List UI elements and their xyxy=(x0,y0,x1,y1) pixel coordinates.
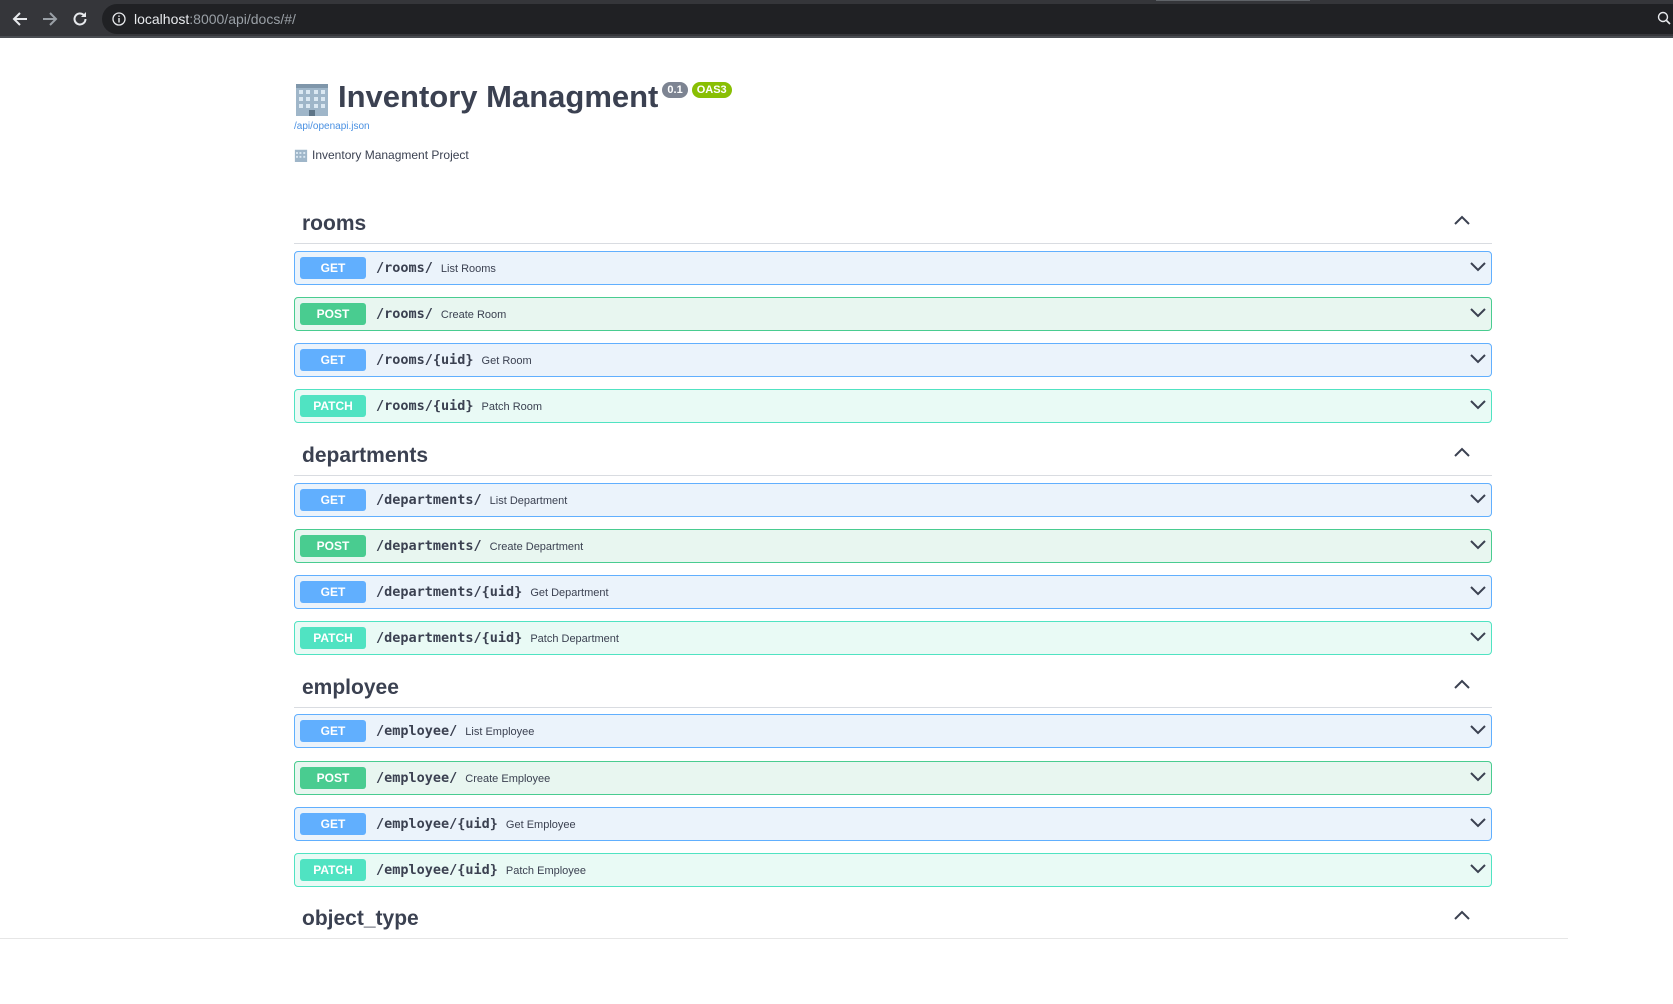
version-badge: 0.1 xyxy=(662,82,688,98)
method-badge: GET xyxy=(300,720,366,742)
api-info: Inventory Managment 0.1 OAS3 /api/openap… xyxy=(294,78,732,132)
operation-summary: List Rooms xyxy=(440,263,496,275)
operation-path: /departments/{uid} Get Department xyxy=(376,584,609,600)
tag-header-departments[interactable]: departments xyxy=(294,440,1492,476)
operation-get-department[interactable]: GET /departments/{uid} Get Department xyxy=(294,575,1492,609)
page-title: Inventory Managment xyxy=(338,79,659,114)
tag-name: departments xyxy=(302,444,429,467)
info-icon[interactable] xyxy=(112,12,126,26)
url-path: :8000/api/docs/#/ xyxy=(189,11,296,27)
openapi-spec-link[interactable]: /api/openapi.json xyxy=(294,121,732,132)
operation-path: /rooms/{uid} Patch Room xyxy=(376,398,543,414)
zoom-icon[interactable] xyxy=(1657,11,1671,25)
chevron-up-icon[interactable] xyxy=(1454,910,1470,920)
building-emoji-icon xyxy=(294,82,330,121)
chevron-down-icon[interactable] xyxy=(1470,399,1486,411)
operation-patch-employee[interactable]: PATCH /employee/{uid} Patch Employee xyxy=(294,853,1492,887)
operation-path: /departments/List Department xyxy=(376,492,568,508)
arrow-right-icon xyxy=(43,12,58,26)
operation-post-rooms[interactable]: POST /rooms/Create Room xyxy=(294,297,1492,331)
chevron-down-icon[interactable] xyxy=(1470,771,1486,783)
operation-post-employee[interactable]: POST /employee/Create Employee xyxy=(294,761,1492,795)
tab-indicator xyxy=(1156,0,1310,1)
title-row: Inventory Managment 0.1 OAS3 xyxy=(294,78,732,116)
method-badge: GET xyxy=(300,349,366,371)
method-badge: GET xyxy=(300,581,366,603)
operation-path: /rooms/List Rooms xyxy=(376,260,496,276)
method-badge: PATCH xyxy=(300,627,366,649)
tag-name: rooms xyxy=(302,212,367,235)
chevron-down-icon[interactable] xyxy=(1470,863,1486,875)
operation-path: /employee/{uid} Patch Employee xyxy=(376,862,587,878)
operation-summary: Get Room xyxy=(481,355,532,367)
operation-summary: Get Employee xyxy=(505,819,576,831)
oas-badge: OAS3 xyxy=(691,82,732,98)
back-button[interactable] xyxy=(8,7,32,31)
operation-summary: List Department xyxy=(489,495,568,507)
operation-get-rooms[interactable]: GET /rooms/List Rooms xyxy=(294,251,1492,285)
chevron-down-icon[interactable] xyxy=(1470,493,1486,505)
arrow-left-icon xyxy=(12,12,27,26)
operation-summary: Get Department xyxy=(530,587,609,599)
tag-header-employee[interactable]: employee xyxy=(294,672,1492,708)
operation-get-departments[interactable]: GET /departments/List Department xyxy=(294,483,1492,517)
api-description: Inventory Managment Project xyxy=(294,148,469,162)
operation-path: /employee/Create Employee xyxy=(376,770,551,786)
method-badge: GET xyxy=(300,489,366,511)
operation-patch-room[interactable]: PATCH /rooms/{uid} Patch Room xyxy=(294,389,1492,423)
method-badge: PATCH xyxy=(300,859,366,881)
operation-summary: Patch Employee xyxy=(505,865,587,877)
operation-get-employees[interactable]: GET /employee/List Employee xyxy=(294,714,1492,748)
operation-path: /departments/Create Department xyxy=(376,538,584,554)
operation-summary: Create Employee xyxy=(465,773,551,785)
chevron-down-icon[interactable] xyxy=(1470,817,1486,829)
chevron-down-icon[interactable] xyxy=(1470,539,1486,551)
tag-header-rooms[interactable]: rooms xyxy=(294,208,1492,244)
operation-summary: List Employee xyxy=(465,726,535,738)
chevron-up-icon[interactable] xyxy=(1454,215,1470,225)
chevron-down-icon[interactable] xyxy=(1470,353,1486,365)
chevron-down-icon[interactable] xyxy=(1470,585,1486,597)
operation-summary: Patch Department xyxy=(530,633,619,645)
operation-path: /rooms/{uid} Get Room xyxy=(376,352,532,368)
tag-name: employee xyxy=(302,676,399,699)
operation-summary: Create Room xyxy=(440,309,507,321)
method-badge: POST xyxy=(300,303,366,325)
browser-toolbar: localhost:8000/api/docs/#/ xyxy=(0,0,1673,38)
operation-path: /rooms/Create Room xyxy=(376,306,507,322)
method-badge: POST xyxy=(300,767,366,789)
operation-get-employee[interactable]: GET /employee/{uid} Get Employee xyxy=(294,807,1492,841)
tag-name: object_type xyxy=(302,907,419,930)
method-badge: GET xyxy=(300,813,366,835)
chevron-up-icon[interactable] xyxy=(1454,679,1470,689)
divider xyxy=(0,938,1568,939)
method-badge: PATCH xyxy=(300,395,366,417)
operation-path: /departments/{uid} Patch Department xyxy=(376,630,619,646)
operation-get-room[interactable]: GET /rooms/{uid} Get Room xyxy=(294,343,1492,377)
address-bar[interactable]: localhost:8000/api/docs/#/ xyxy=(102,4,1673,34)
operation-post-departments[interactable]: POST /departments/Create Department xyxy=(294,529,1492,563)
chevron-up-icon[interactable] xyxy=(1454,447,1470,457)
method-badge: GET xyxy=(300,257,366,279)
chevron-down-icon[interactable] xyxy=(1470,631,1486,643)
chevron-down-icon[interactable] xyxy=(1470,261,1486,273)
building-emoji-icon xyxy=(294,149,308,162)
url-host: localhost xyxy=(134,11,190,27)
chevron-down-icon[interactable] xyxy=(1470,307,1486,319)
operation-path: /employee/{uid} Get Employee xyxy=(376,816,576,832)
operation-summary: Create Department xyxy=(489,541,584,553)
reload-button[interactable] xyxy=(68,7,92,31)
description-text: Inventory Managment Project xyxy=(312,148,469,162)
reload-icon xyxy=(73,12,87,26)
tag-header-object-type[interactable]: object_type xyxy=(294,903,1492,939)
forward-button[interactable] xyxy=(38,7,62,31)
chevron-down-icon[interactable] xyxy=(1470,724,1486,736)
url-text[interactable]: localhost:8000/api/docs/#/ xyxy=(134,11,296,27)
operation-patch-department[interactable]: PATCH /departments/{uid} Patch Department xyxy=(294,621,1492,655)
operation-summary: Patch Room xyxy=(481,401,543,413)
operation-path: /employee/List Employee xyxy=(376,723,535,739)
method-badge: POST xyxy=(300,535,366,557)
